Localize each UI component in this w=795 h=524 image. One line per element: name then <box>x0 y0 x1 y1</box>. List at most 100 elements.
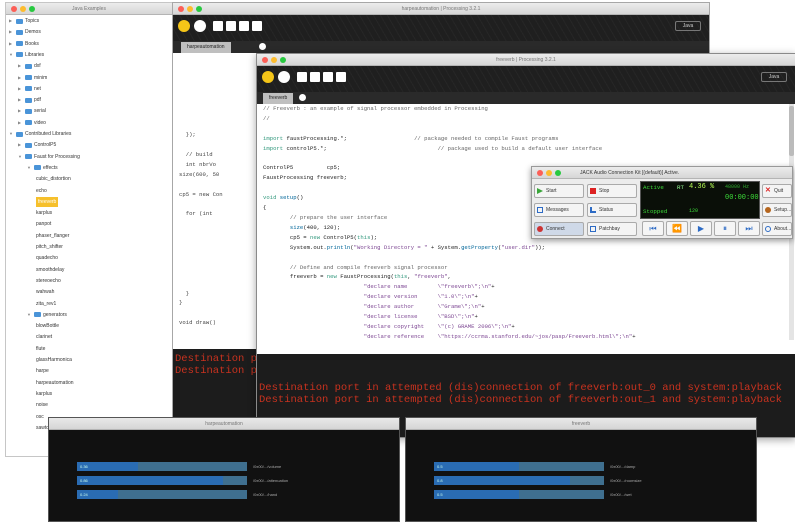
tree-item[interactable]: ▼ Contributed Libraries <box>9 129 71 139</box>
tree-item[interactable]: freeverb <box>36 196 59 207</box>
export-icon[interactable] <box>336 72 346 82</box>
chevron-right-icon[interactable]: ▶ <box>18 84 23 94</box>
tree-item[interactable]: flute <box>36 344 45 354</box>
mode-selector[interactable]: Java <box>675 21 701 31</box>
close-icon[interactable] <box>262 57 268 63</box>
slider[interactable]: 0.8 <box>434 476 604 485</box>
close-icon[interactable] <box>537 170 543 176</box>
play-button[interactable]: ▶ <box>690 221 712 236</box>
chevron-down-icon[interactable]: ▼ <box>9 129 14 139</box>
chevron-right-icon[interactable]: ▶ <box>18 61 23 71</box>
chevron-right-icon[interactable]: ▶ <box>18 106 23 116</box>
setup-button[interactable]: Setup... <box>762 203 792 217</box>
tree-item[interactable]: ▶ net <box>18 84 41 94</box>
tree-item[interactable]: ▼ effects <box>27 163 58 173</box>
minimize-icon[interactable] <box>187 6 193 12</box>
run-icon[interactable] <box>262 71 274 83</box>
tree-item[interactable]: ▶ Demos <box>9 27 41 37</box>
chevron-right-icon[interactable]: ▶ <box>9 27 14 37</box>
chevron-down-icon[interactable]: ▼ <box>27 310 32 320</box>
slider[interactable]: 0.5 <box>434 462 604 471</box>
tree-item[interactable]: echo <box>36 186 47 196</box>
close-icon[interactable] <box>178 6 184 12</box>
messages-button[interactable]: Messages <box>534 203 584 217</box>
status-button[interactable]: Status <box>587 203 637 217</box>
save-icon[interactable] <box>323 72 333 82</box>
tree-item[interactable]: karplus <box>36 208 52 218</box>
tree-item[interactable]: ▶ minim <box>18 73 47 83</box>
tree-item[interactable]: cubic_distortion <box>36 174 71 184</box>
new-icon[interactable] <box>213 21 223 31</box>
chevron-down-icon[interactable]: ▼ <box>9 50 14 60</box>
stop-icon[interactable] <box>278 71 290 83</box>
tree-item[interactable]: smoothdelay <box>36 265 64 275</box>
patchbay-button[interactable]: Patchbay <box>587 222 637 236</box>
tree-item[interactable]: ▶ serial <box>18 106 46 116</box>
tree-item[interactable]: ▶ pdf <box>18 95 41 105</box>
slider[interactable]: 0.5 <box>434 490 604 499</box>
tree-item[interactable]: ▶ Topics <box>9 16 39 26</box>
stop-button[interactable]: Stop <box>587 184 637 198</box>
chevron-right-icon[interactable]: ▶ <box>18 118 23 128</box>
slider[interactable]: 0.86 <box>77 476 247 485</box>
tree-item[interactable]: phaser_flanger <box>36 231 69 241</box>
minimize-icon[interactable] <box>546 170 552 176</box>
tree-item[interactable]: quadecho <box>36 253 58 263</box>
chevron-right-icon[interactable]: ▶ <box>9 39 14 49</box>
tree-item[interactable]: ▼ Libraries <box>9 50 44 60</box>
chevron-right-icon[interactable]: ▶ <box>18 95 23 105</box>
close-icon[interactable] <box>11 6 17 12</box>
tree-item[interactable]: ▶ dxf <box>18 61 41 71</box>
new-icon[interactable] <box>297 72 307 82</box>
tree-item[interactable]: wahwah <box>36 287 54 297</box>
chevron-right-icon[interactable]: ▶ <box>9 16 14 26</box>
zoom-icon[interactable] <box>29 6 35 12</box>
tree-item[interactable]: harpeautomation <box>36 378 74 388</box>
backward-button[interactable]: ⏪ <box>666 221 688 236</box>
open-icon[interactable] <box>226 21 236 31</box>
forward-button[interactable]: ⏭ <box>738 221 760 236</box>
tab-menu-icon[interactable] <box>259 43 266 50</box>
quit-button[interactable]: ✕ Quit <box>762 184 792 198</box>
zoom-icon[interactable] <box>555 170 561 176</box>
tab-menu-icon[interactable] <box>299 94 306 101</box>
slider[interactable]: 0.36 <box>77 462 247 471</box>
connect-button[interactable]: Connect <box>534 222 584 236</box>
slider[interactable]: 0.24 <box>77 490 247 499</box>
tree-item[interactable]: noise <box>36 400 48 410</box>
tree-item[interactable]: ▼ Faust for Processing <box>18 152 80 162</box>
tree-item[interactable]: karplus <box>36 389 52 399</box>
chevron-down-icon[interactable]: ▼ <box>27 163 32 173</box>
chevron-down-icon[interactable]: ▼ <box>18 152 23 162</box>
save-icon[interactable] <box>239 21 249 31</box>
export-icon[interactable] <box>252 21 262 31</box>
tree-item[interactable]: panpot <box>36 219 51 229</box>
tree-item[interactable]: pitch_shifter <box>36 242 63 252</box>
tree-item[interactable]: clarinet <box>36 332 52 342</box>
tree-item[interactable]: ▶ video <box>18 118 46 128</box>
tree-item[interactable]: glassHarmonica <box>36 355 72 365</box>
start-button[interactable]: Start <box>534 184 584 198</box>
harpe-code[interactable]: }); // build int nbrVo size(600, 50 cp5 =… <box>179 31 223 328</box>
chevron-right-icon[interactable]: ▶ <box>18 140 23 150</box>
tree-item[interactable]: harpe <box>36 366 49 376</box>
mode-selector[interactable]: Java <box>761 72 787 82</box>
pause-button[interactable]: ⏸ <box>714 221 736 236</box>
rewind-button[interactable]: ⏮ <box>642 221 664 236</box>
zoom-icon[interactable] <box>280 57 286 63</box>
chevron-right-icon[interactable]: ▶ <box>18 73 23 83</box>
zoom-icon[interactable] <box>196 6 202 12</box>
tree-item[interactable]: ▼ generators <box>27 310 67 320</box>
tree-item[interactable]: ▶ ControlP5 <box>18 140 56 150</box>
tree-item[interactable]: blowBottle <box>36 321 59 331</box>
tree-item[interactable]: ▶ Books <box>9 39 39 49</box>
minimize-icon[interactable] <box>20 6 26 12</box>
minimize-icon[interactable] <box>271 57 277 63</box>
tree-item[interactable]: zita_rev1 <box>36 299 56 309</box>
about-button[interactable]: About... <box>762 222 792 236</box>
tree-item[interactable]: stereoecho <box>36 276 61 286</box>
open-icon[interactable] <box>310 72 320 82</box>
tree-item[interactable]: osc <box>36 412 44 422</box>
tab-freeverb[interactable]: freeverb <box>263 93 294 104</box>
